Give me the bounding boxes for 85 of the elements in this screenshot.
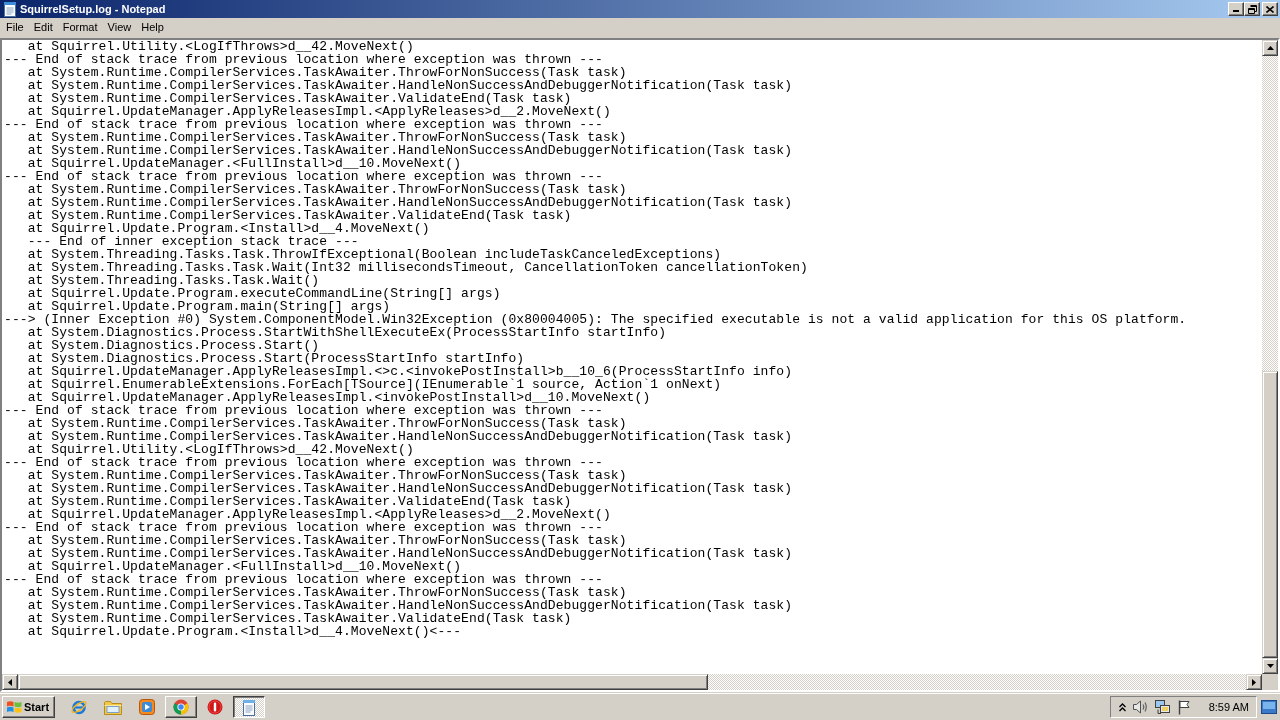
menu-item[interactable]: Help — [136, 19, 169, 35]
four-color-flag-icon — [6, 700, 22, 714]
log-line: --- End of stack trace from previous location where exception was thrown --- — [4, 573, 603, 586]
log-line: at Squirrel.UpdateManager.<FullInstall>d__10.MoveNext() — [26, 157, 462, 170]
scroll-down-button[interactable] — [1262, 658, 1278, 674]
log-line: at System.Runtime.CompilerServices.TaskAwaiter.ThrowForNonSuccess(Task task) — [26, 417, 627, 430]
log-line: --- End of stack trace from previous location where exception was thrown --- — [4, 404, 603, 417]
log-line: --- End of stack trace from previous location where exception was thrown --- — [4, 521, 603, 534]
log-line: at System.Runtime.CompilerServices.TaskAwaiter.ValidateEnd(Task task) — [26, 92, 572, 105]
scrollbar-thumb[interactable] — [18, 674, 708, 690]
flag-icon[interactable] — [1177, 699, 1190, 715]
log-line: at System.Runtime.CompilerServices.TaskAwaiter.HandleNonSuccessAndDebuggerNotification(Task task) — [26, 144, 793, 157]
log-line: at Squirrel.Update.Program.main(String[] args) — [26, 300, 391, 313]
start-button[interactable]: Start — [2, 696, 55, 718]
log-line: at System.Runtime.CompilerServices.TaskAwaiter.ThrowForNonSuccess(Task task) — [26, 534, 627, 547]
scroll-up-button[interactable] — [1262, 40, 1278, 56]
minimize-icon — [1233, 10, 1239, 12]
up-triangle-icon — [1266, 46, 1274, 50]
log-line: at System.Threading.Tasks.Task.Wait(Int32 millisecondsTimeout, CancellationToken cancellationToken) — [26, 261, 808, 274]
menu-item[interactable]: Format — [57, 19, 103, 35]
log-line: at System.Runtime.CompilerServices.TaskAwaiter.HandleNonSuccessAndDebuggerNotification(Task task) — [26, 79, 793, 92]
log-line: at Squirrel.UpdateManager.ApplyReleasesImpl.<ApplyReleases>d__2.MoveNext() — [26, 508, 611, 521]
menu-item[interactable]: Edit — [28, 19, 58, 35]
down-triangle-icon — [1266, 664, 1274, 668]
network-icon[interactable] — [1154, 699, 1171, 715]
log-line: at System.Runtime.CompilerServices.TaskAwaiter.HandleNonSuccessAndDebuggerNotification(Task task) — [26, 196, 793, 209]
log-line: at Squirrel.UpdateManager.ApplyReleasesImpl.<invokePostInstall>d__10.MoveNext() — [26, 391, 651, 404]
window-title: SquirrelSetup.log - Notepad — [20, 3, 166, 15]
notepad-icon — [241, 698, 257, 716]
log-line: at System.Runtime.CompilerServices.TaskAwaiter.ThrowForNonSuccess(Task task) — [26, 66, 627, 79]
browser-icon — [70, 698, 88, 716]
log-line: at Squirrel.Update.Program.<Install>d__4.MoveNext() — [26, 222, 430, 235]
log-line: at System.Diagnostics.Process.Start() — [26, 339, 320, 352]
log-line: at Squirrel.Update.Program.<Install>d__4.MoveNext()<--- — [26, 625, 462, 638]
log-line: --- End of stack trace from previous location where exception was thrown --- — [4, 456, 603, 469]
left-triangle-icon — [8, 678, 12, 686]
log-line: at System.Diagnostics.Process.Start(ProcessStartInfo startInfo) — [26, 352, 525, 365]
close-icon — [1266, 5, 1274, 13]
scrollbar-thumb[interactable] — [1262, 370, 1278, 658]
log-line: --- End of stack trace from previous location where exception was thrown --- — [4, 118, 603, 131]
folder-icon — [104, 699, 122, 715]
close-button[interactable] — [1262, 2, 1278, 16]
log-line: at System.Runtime.CompilerServices.TaskAwaiter.ThrowForNonSuccess(Task task) — [26, 469, 627, 482]
log-line: at System.Runtime.CompilerServices.TaskAwaiter.HandleNonSuccessAndDebuggerNotification(Task task) — [26, 430, 793, 443]
log-line: at System.Diagnostics.Process.StartWithShellExecuteEx(ProcessStartInfo startInfo) — [26, 326, 667, 339]
log-line: at System.Runtime.CompilerServices.TaskAwaiter.ThrowForNonSuccess(Task task) — [26, 586, 627, 599]
restore-button[interactable] — [1244, 2, 1260, 16]
browser-icon — [173, 699, 189, 715]
log-line: at System.Threading.Tasks.Task.ThrowIfExceptional(Boolean includeTaskCanceledExceptions) — [26, 248, 722, 261]
text-editor[interactable] — [2, 40, 1262, 674]
scroll-right-button[interactable] — [1246, 674, 1262, 690]
scroll-left-button[interactable] — [2, 674, 18, 690]
log-line: ---> (Inner Exception #0) System.ComponentModel.Win32Exception (0x80004005): The specified executable is not a valid application for this OS platform. — [4, 313, 1187, 326]
log-line: --- End of stack trace from previous location where exception was thrown --- — [4, 53, 603, 66]
stop-circle-icon — [207, 699, 223, 715]
log-line: at System.Runtime.CompilerServices.TaskAwaiter.ThrowForNonSuccess(Task task) — [26, 131, 627, 144]
log-line: at System.Threading.Tasks.Task.Wait() — [26, 274, 320, 287]
log-line: at Squirrel.UpdateManager.ApplyReleasesImpl.<ApplyReleases>d__2.MoveNext() — [26, 105, 611, 118]
restore-icon — [1247, 4, 1257, 14]
log-line: at System.Runtime.CompilerServices.TaskAwaiter.ThrowForNonSuccess(Task task) — [26, 183, 627, 196]
log-line: --- End of stack trace from previous location where exception was thrown --- — [4, 170, 603, 183]
log-line: --- End of inner exception stack trace --- — [26, 235, 359, 248]
menu-item[interactable]: File — [1, 19, 29, 35]
minimize-button[interactable] — [1228, 2, 1244, 16]
log-line: at Squirrel.UpdateManager.ApplyReleasesImpl.<>c.<invokePostInstall>b__10_6(ProcessStartInfo info) — [26, 365, 793, 378]
log-line: at System.Runtime.CompilerServices.TaskAwaiter.HandleNonSuccessAndDebuggerNotification(Task task) — [26, 482, 793, 495]
log-line: at System.Runtime.CompilerServices.TaskAwaiter.HandleNonSuccessAndDebuggerNotification(Task task) — [26, 599, 793, 612]
speaker-icon[interactable] — [1132, 700, 1148, 714]
log-line: at System.Runtime.CompilerServices.TaskAwaiter.HandleNonSuccessAndDebuggerNotification(Task task) — [26, 547, 793, 560]
log-line: at Squirrel.Utility.<LogIfThrows>d__42.MoveNext() — [26, 40, 414, 53]
media-play-icon — [139, 699, 155, 715]
menu-item[interactable]: View — [102, 19, 137, 35]
log-line: at System.Runtime.CompilerServices.TaskAwaiter.ValidateEnd(Task task) — [26, 209, 572, 222]
log-line: at Squirrel.UpdateManager.<FullInstall>d__10.MoveNext() — [26, 560, 462, 573]
log-line: at Squirrel.EnumerableExtensions.ForEach[TSource](IEnumerable`1 source, Action`1 onNext) — [26, 378, 722, 391]
log-line: at System.Runtime.CompilerServices.TaskAwaiter.ValidateEnd(Task task) — [26, 612, 572, 625]
taskbar-button[interactable] — [233, 696, 265, 718]
right-triangle-icon — [1252, 678, 1256, 686]
notepad-icon — [2, 1, 18, 17]
clock[interactable]: 8:59 AM — [1208, 701, 1249, 713]
log-line: at System.Runtime.CompilerServices.TaskAwaiter.ValidateEnd(Task task) — [26, 495, 572, 508]
log-line: at Squirrel.Utility.<LogIfThrows>d__42.MoveNext() — [26, 443, 414, 456]
show-desktop-icon[interactable] — [1261, 700, 1277, 714]
chevron-up-icon[interactable] — [1118, 702, 1126, 712]
log-line: at Squirrel.Update.Program.executeCommandLine(String[] args) — [26, 287, 501, 300]
